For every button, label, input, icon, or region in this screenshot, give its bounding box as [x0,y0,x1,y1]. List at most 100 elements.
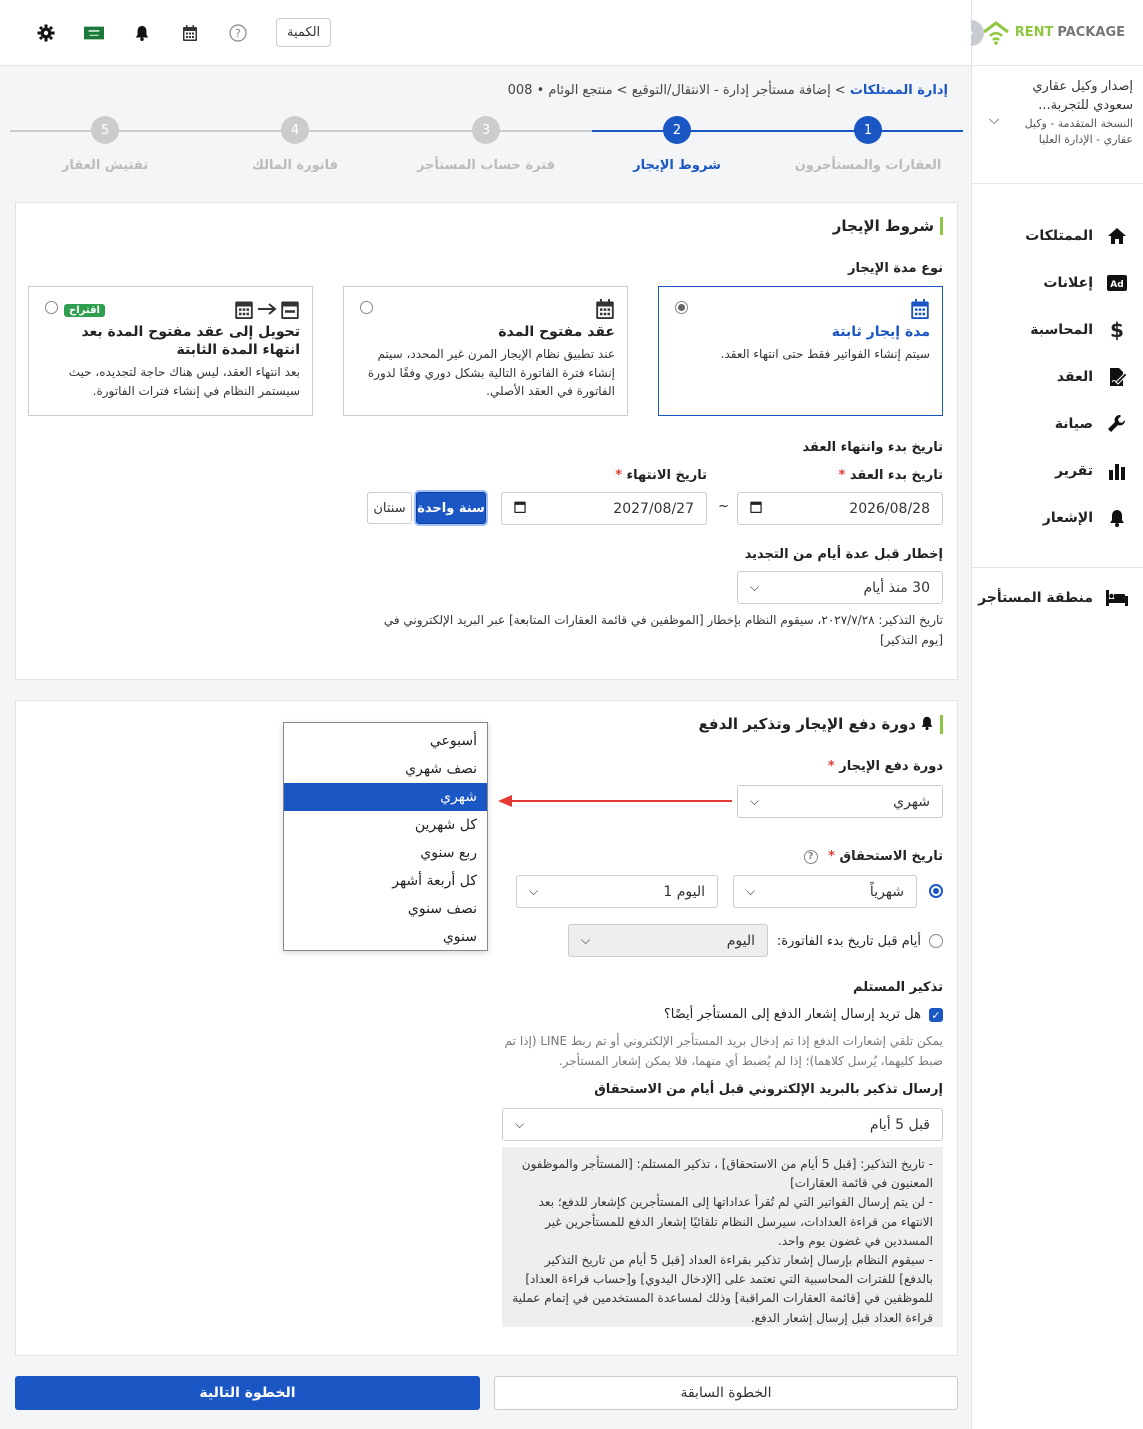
section-title: دورة دفع الإيجار وتذكير الدفع [699,715,943,734]
logo[interactable]: RENT PACKAGE [981,20,1125,46]
bell-icon[interactable] [132,23,152,43]
calendar-icon [514,500,526,517]
dropdown-option-annual[interactable]: سنوي [284,923,487,951]
one-year-button[interactable]: سنة واحدة [416,492,486,524]
step-label: تفتيش العقار [61,158,149,173]
start-date-input[interactable]: 2026/08/28 [737,492,943,525]
chevron-down-icon: ⌵ [746,884,756,898]
saudi-flag-icon[interactable] [84,23,104,43]
sidebar-item-report[interactable]: تقرير [972,447,1143,494]
stepper: 1 العقارات والمستأجرون 2 شروط الإيجار 3 … [10,116,963,186]
days-before-select[interactable]: اليوم ⌵ [568,924,768,957]
contract-dates-heading: تاريخ بدء وانتهاء العقد [802,440,944,455]
radio-monthly-due[interactable] [929,884,943,898]
dropdown-option-weekly[interactable]: أسبوعي [284,727,487,755]
due-period-select[interactable]: شهرياً ⌵ [733,875,917,908]
sidebar-item-contract[interactable]: العقد [972,353,1143,400]
dropdown-option-bimonthly[interactable]: كل شهرين [284,811,487,839]
radio-fixed-term[interactable] [675,301,688,314]
step-number: 3 [472,116,500,144]
two-years-button[interactable]: سنتان [367,492,412,524]
sidebar-item-accounting[interactable]: $ المحاسبة [972,306,1143,353]
send-tenant-label[interactable]: هل تريد إرسال إشعار الدفع إلى المستأجر أ… [664,1007,921,1022]
sidebar-item-label: المحاسبة [1030,321,1093,338]
help-icon[interactable]: ? [803,849,818,864]
bell-icon [920,716,934,734]
brand-header: RENT PACKAGE ‹ [958,0,1143,66]
breadcrumb: إدارة الممتلكات > إضافة مستأجر إدارة - ا… [508,83,948,98]
option-fixed-term[interactable]: مدة إيجار ثابتة سيتم إنشاء الفواتير فقط … [658,286,943,416]
end-date-label: تاريخ الانتهاء * [615,468,707,483]
svg-text:Ad: Ad [1110,280,1123,290]
option-desc: عند تطبيق نظام الإيجار المرن غير المحدد،… [367,347,615,399]
chevron-down-icon: ⌵ [581,933,591,947]
red-arrow-annotation [498,795,732,807]
rent-cycle-label: دورة دفع الإيجار * [827,759,943,774]
quantity-button[interactable]: الكمية [276,18,332,47]
help-icon[interactable]: ? [228,23,248,43]
step-1[interactable]: 1 العقارات والمستأجرون [778,116,958,173]
step-4[interactable]: 4 فاتورة المالك [205,116,385,173]
send-tenant-note: يمكن تلقي إشعارات الدفع إذا تم إدخال بري… [504,1034,943,1069]
breadcrumb-path: > إضافة مستأجر إدارة - الانتقال/التوقيع … [507,83,850,98]
info-line: - تاريخ التذكير: [قبل 5 أيام من الاستحقا… [521,1157,933,1191]
dropdown-option-every-four-months[interactable]: كل أربعة أشهر [284,867,487,895]
chevron-down-icon: ⌵ [529,884,539,898]
lease-terms-card: شروط الإيجار نوع مدة الإيجار مدة إيجار ث… [15,202,958,680]
brand-package-text: PACKAGE [1057,25,1125,40]
sidebar-item-label: صيانة [1054,415,1093,432]
step-number: 2 [663,116,691,144]
reminder-info-box: - تاريخ التذكير: [قبل 5 أيام من الاستحقا… [502,1147,943,1327]
info-line: - سيقوم النظام بإرسال إشعار تذكير بقراءة… [512,1252,933,1325]
sidebar-item-tenant-area[interactable]: منطقة المستأجر [972,568,1143,615]
chevron-down-icon: ⌵ [988,112,1000,128]
step-label: العقارات والمستأجرون [794,158,942,173]
account-switcher[interactable]: إصدار وكيل عقاري سعودي للتجربة... النسخة… [972,66,1143,184]
dropdown-option-monthly[interactable]: شهري [284,783,487,811]
calendar-convert-icon [234,299,300,319]
renewal-notify-label: إخطار قبل عدة أيام من التجديد [744,547,943,562]
recipient-reminder-label: تذكير المستلم [853,980,943,995]
step-3[interactable]: 3 فترة حساب المستأجر [396,116,576,173]
option-desc: سيتم إنشاء الفواتير فقط حتى انتهاء العقد… [720,347,930,362]
send-tenant-checkbox[interactable]: ✓ [929,1008,943,1022]
dropdown-option-quarterly[interactable]: ربع سنوي [284,839,487,867]
option-convert-open-ended[interactable]: اقتراح تحويل إلى عقد مفتوح المدة بعد انت… [28,286,313,416]
gear-icon[interactable] [36,23,56,43]
radio-days-before[interactable] [929,934,943,948]
end-date-input[interactable]: 2027/08/27 [501,492,707,525]
option-title: عقد مفتوح المدة [498,324,615,340]
chevron-down-icon: ⌵ [750,794,760,808]
sidebar-item-notification[interactable]: الإشعار [972,494,1143,541]
sidebar-item-ads[interactable]: Ad إعلانات [972,259,1143,306]
account-plan: النسخة المتقدمة - وكيل عقاري - الإدارة ا… [1024,116,1133,146]
home-icon [1105,227,1129,245]
sidebar-item-properties[interactable]: الممتلكات [972,212,1143,259]
renewal-notify-select[interactable]: 30 منذ أيام ⌵ [737,571,943,604]
radio-open-ended[interactable] [360,301,373,314]
calendar-icon [910,299,930,323]
dropdown-option-semimonthly[interactable]: نصف شهري [284,755,487,783]
calendar-icon[interactable] [180,23,200,43]
previous-step-button[interactable]: الخطوة السابقة [494,1376,958,1410]
radio-convert-open-ended[interactable] [45,301,58,314]
calendar-icon [750,500,762,517]
step-2[interactable]: 2 شروط الإيجار [587,116,767,173]
option-title: مدة إيجار ثابتة [831,324,930,340]
sidebar-item-label: إعلانات [1043,274,1093,291]
sidebar-item-maintenance[interactable]: صيانة [972,400,1143,447]
rent-cycle-select[interactable]: شهري ⌵ [737,785,943,818]
next-step-button[interactable]: الخطوة التالية [15,1376,480,1410]
step-5[interactable]: 5 تفتيش العقار [15,116,195,173]
due-day-select[interactable]: اليوم 1 ⌵ [516,875,718,908]
account-name: إصدار وكيل عقاري سعودي للتجربة... [1032,79,1133,113]
step-number: 4 [281,116,309,144]
lease-type-label: نوع مدة الإيجار [848,261,943,276]
option-open-ended[interactable]: عقد مفتوح المدة عند تطبيق نظام الإيجار ا… [343,286,628,416]
breadcrumb-root-link[interactable]: إدارة الممتلكات [850,83,948,98]
sidebar-nav: الممتلكات Ad إعلانات $ المحاسبة العقد صي… [972,184,1143,615]
option-desc: بعد انتهاء العقد، ليس هناك حاجة لتجديده،… [68,365,300,398]
bell-icon [1105,509,1129,527]
dropdown-option-semiannual[interactable]: نصف سنوي [284,895,487,923]
email-reminder-select[interactable]: قبل 5 أيام ⌵ [502,1108,943,1141]
